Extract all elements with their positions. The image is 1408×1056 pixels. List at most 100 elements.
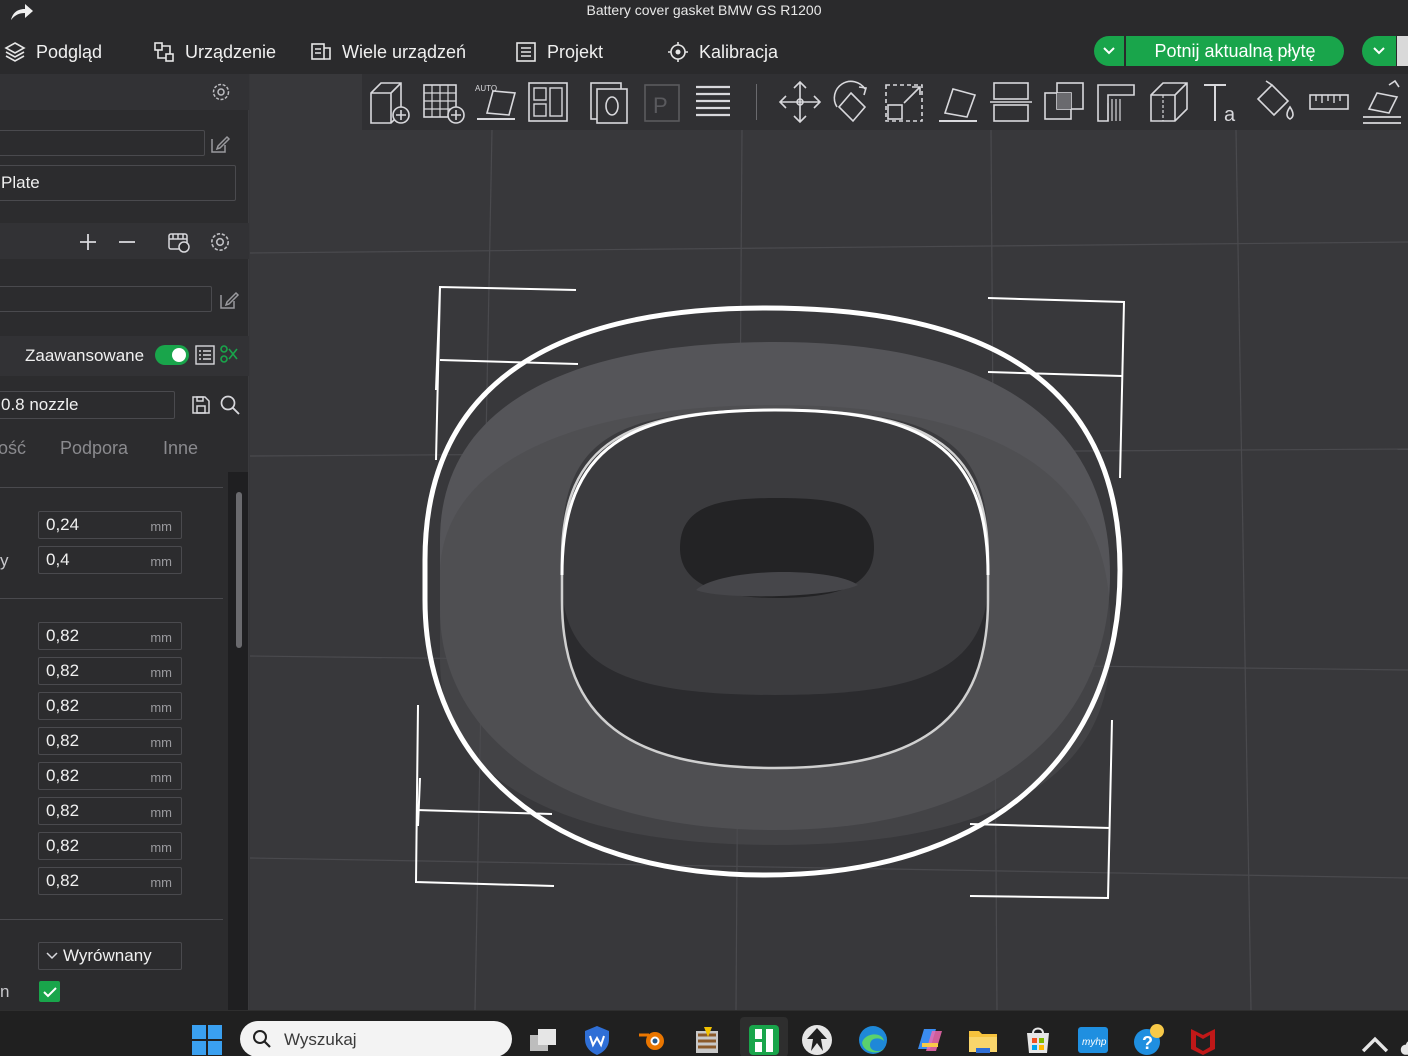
menu-multi-device[interactable]: Wiele urządzeń (310, 38, 466, 66)
edit-icon[interactable] (209, 133, 231, 155)
seam-position-select[interactable]: Wyrównany (38, 942, 182, 970)
seam-paint-button[interactable] (1146, 78, 1194, 126)
auto-orient-button[interactable]: AUTO (472, 78, 520, 126)
svg-text:a: a (1224, 104, 1236, 125)
filament-select[interactable] (0, 286, 212, 312)
slice-plate-button[interactable]: Potnij aktualną płytę (1126, 36, 1344, 66)
lay-on-face-icon (939, 88, 977, 122)
bambu-studio-icon[interactable] (747, 1023, 781, 1056)
split-objects-button[interactable] (584, 78, 632, 126)
rotate-icon (833, 80, 868, 123)
add-object-button[interactable] (366, 78, 414, 126)
menu-calibration[interactable]: Kalibracja (667, 38, 778, 66)
line-width-field[interactable]: 0,82 mm (38, 622, 182, 650)
shield-app-icon[interactable] (580, 1023, 614, 1056)
filament-sync-icon[interactable] (166, 230, 192, 254)
assembly-button[interactable] (1358, 78, 1406, 126)
mcafee-icon[interactable] (1186, 1023, 1220, 1056)
line-width-field[interactable]: 0,82 mm (38, 657, 182, 685)
move-button[interactable] (776, 78, 824, 126)
line-width-field[interactable]: 0,82 mm (38, 727, 182, 755)
cut-button[interactable] (987, 78, 1035, 126)
menu-multi-device-label: Wiele urządzeń (342, 41, 467, 62)
list-view-icon[interactable] (194, 344, 216, 366)
compare-icon[interactable] (219, 344, 239, 364)
minus-icon[interactable] (117, 232, 137, 252)
taskbar-search[interactable]: Wyszukaj (240, 1021, 512, 1056)
svg-text:?: ? (1142, 1033, 1153, 1053)
add-plate-button[interactable] (419, 78, 467, 126)
line-width-field[interactable]: 0,82 mm (38, 692, 182, 720)
menu-project-label: Projekt (547, 41, 604, 62)
tab-others[interactable]: Inne (163, 438, 198, 459)
support-paint-button[interactable] (1093, 78, 1141, 126)
arrange-icon (528, 82, 568, 122)
field-unit: mm (150, 665, 172, 680)
search-icon[interactable] (219, 394, 241, 416)
advanced-label: Zaawansowane (25, 346, 145, 365)
edit-icon[interactable] (218, 289, 240, 311)
line-width-field[interactable]: 0,82 mm (38, 832, 182, 860)
line-width-field[interactable]: 0,82 mm (38, 867, 182, 895)
scale-button[interactable] (881, 78, 929, 126)
printer-select[interactable] (0, 130, 205, 156)
blender-icon[interactable] (636, 1023, 670, 1056)
gear-icon[interactable] (208, 230, 232, 254)
chevron-up-icon[interactable] (1358, 1029, 1392, 1056)
gasket-model[interactable] (422, 305, 1123, 878)
arrange-button[interactable] (524, 78, 572, 126)
plus-icon[interactable] (78, 232, 98, 252)
print-button-edge[interactable] (1397, 36, 1408, 66)
settings-scrollbar[interactable] (236, 492, 242, 648)
field-value: 0,82 (46, 731, 80, 750)
measure-button[interactable] (1305, 78, 1353, 126)
lay-on-face-button[interactable] (934, 78, 982, 126)
move-icon (778, 80, 822, 124)
layer-height-field[interactable]: 0,24 mm (38, 511, 182, 539)
tab-strength[interactable]: ość (0, 438, 26, 459)
tab-support[interactable]: Podpora (60, 438, 128, 459)
slice-group: Potnij aktualną płytę (1094, 36, 1344, 66)
task-view-icon[interactable] (526, 1023, 560, 1056)
field-unit: mm (150, 805, 172, 820)
menu-device[interactable]: Urządzenie (153, 38, 276, 66)
cut-icon (990, 82, 1032, 122)
line-width-field[interactable]: 0,82 mm (38, 797, 182, 825)
field-unit: mm (150, 735, 172, 750)
myhp-icon[interactable]: myhp (1076, 1023, 1110, 1056)
process-preset-select[interactable]: 0.8 nozzle (0, 391, 175, 419)
inkscape-icon[interactable] (800, 1023, 834, 1056)
cloud-icon[interactable] (1394, 1031, 1408, 1056)
process-preset-value: 0.8 nozzle (1, 395, 79, 414)
save-icon[interactable] (191, 395, 211, 415)
advanced-toggle[interactable] (155, 345, 189, 365)
field-value: 0,82 (46, 696, 80, 715)
store-icon[interactable] (1021, 1023, 1055, 1056)
copilot-icon[interactable] (912, 1023, 946, 1056)
text-tool-button[interactable]: a (1199, 78, 1247, 126)
gear-icon[interactable] (210, 81, 232, 103)
line-width-field[interactable]: 0,82 mm (38, 762, 182, 790)
edge-icon[interactable] (856, 1023, 890, 1056)
plate-settings-button[interactable]: P (638, 78, 686, 126)
send-dropdown-button[interactable] (1362, 36, 1396, 66)
assembly-icon (1363, 79, 1401, 124)
field-unit: mm (150, 700, 172, 715)
slice-dropdown-button[interactable] (1094, 36, 1124, 66)
boolean-button[interactable] (1040, 78, 1088, 126)
field-value: 0,82 (46, 766, 80, 785)
first-layer-height-field[interactable]: 0,4 mm (38, 546, 182, 574)
option-checkbox[interactable] (39, 981, 60, 1002)
color-paint-button[interactable] (1251, 78, 1299, 126)
plate-type-select[interactable]: Plate (0, 165, 236, 201)
seam-paint-icon (1150, 82, 1188, 122)
help-icon[interactable]: ? (1131, 1023, 1165, 1056)
rotate-button[interactable] (828, 78, 876, 126)
winrar-icon[interactable] (690, 1023, 724, 1056)
menu-preview[interactable]: Podgląd (4, 38, 102, 66)
menu-project[interactable]: Projekt (515, 38, 603, 66)
windows-start-icon[interactable] (190, 1023, 224, 1056)
3d-viewport[interactable] (250, 74, 1408, 1010)
layers-list-button[interactable] (689, 78, 737, 126)
file-explorer-icon[interactable] (966, 1023, 1000, 1056)
